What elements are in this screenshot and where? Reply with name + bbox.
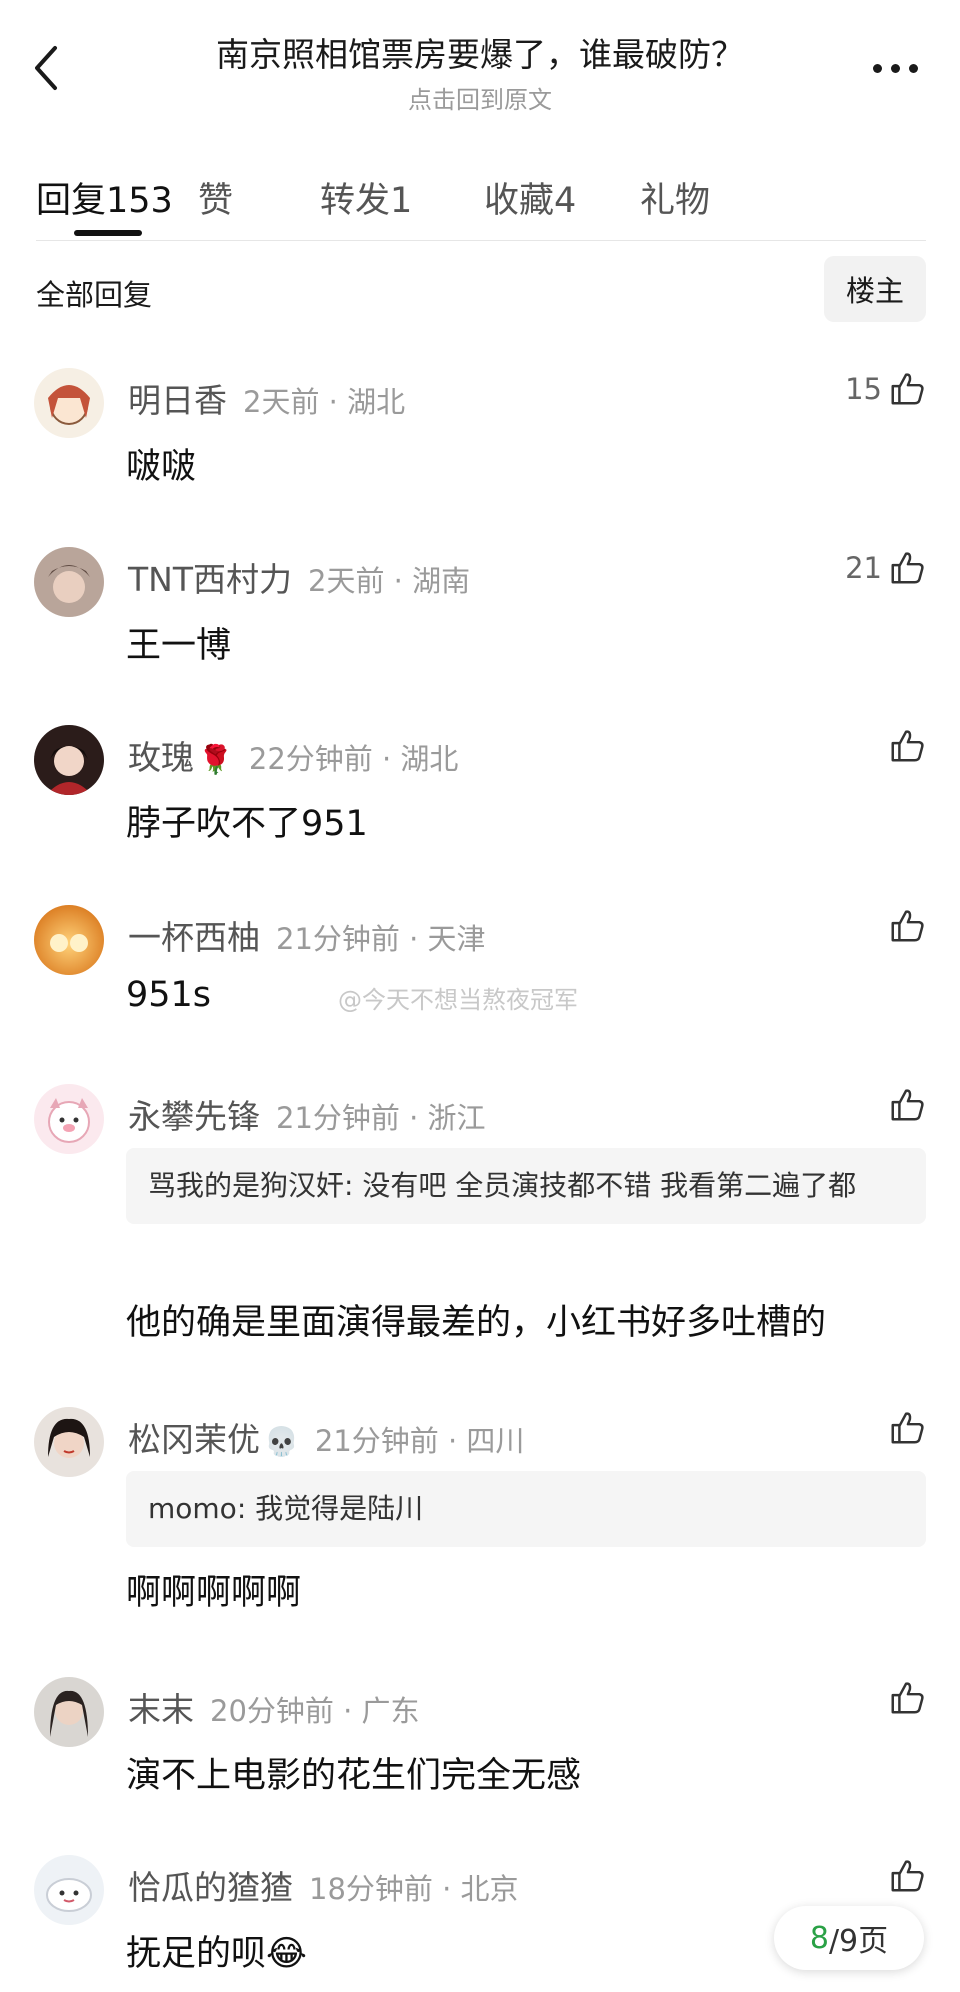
- more-button[interactable]: [873, 64, 918, 73]
- comment-text: 王一博: [126, 626, 232, 666]
- comment-text: 演不上电影的花生们完全无感: [126, 1756, 582, 1796]
- comment-text: 啊啊啊啊啊: [126, 1573, 302, 1613]
- comment-text: 啵啵: [126, 447, 197, 487]
- back-to-original-link[interactable]: 点击回到原文: [120, 80, 840, 115]
- like-button[interactable]: 21: [845, 549, 926, 587]
- like-button[interactable]: [888, 1409, 926, 1447]
- tab-replies[interactable]: 回复153: [36, 172, 173, 223]
- quoted-reply[interactable]: 骂我的是狗汉奸: 没有吧 全员演技都不错 我看第二遍了都: [126, 1148, 926, 1224]
- comment-meta: 一杯西柚 21分钟前 · 天津: [128, 911, 486, 959]
- avatar[interactable]: [34, 547, 104, 617]
- tab-likes[interactable]: 赞: [198, 172, 233, 223]
- tab-bar: 回复153 赞 转发1 收藏4 礼物: [36, 166, 926, 241]
- avatar[interactable]: [34, 905, 104, 975]
- current-page: 8: [809, 1920, 829, 1956]
- tab-count: 4: [554, 181, 577, 221]
- comment-meta: 末末 20分钟前 · 广东: [128, 1683, 420, 1731]
- active-tab-indicator: [74, 230, 142, 236]
- skull-emoji: 💀: [264, 1425, 299, 1458]
- thumbs-up-icon: [891, 373, 924, 405]
- username[interactable]: 末末: [128, 1690, 194, 1729]
- avatar[interactable]: [34, 1677, 104, 1747]
- like-count: 15: [845, 372, 882, 406]
- comment-time-location: 21分钟前 · 浙江: [276, 1101, 486, 1135]
- like-button[interactable]: [888, 1857, 926, 1895]
- thumbs-up-icon: [891, 1682, 924, 1714]
- comment-text: 他的确是里面演得最差的，小红书好多吐槽的: [126, 1303, 827, 1343]
- more-dot: [891, 64, 900, 73]
- top-bar: 南京照相馆票房要爆了，谁最破防？ 点击回到原文: [0, 0, 960, 130]
- post-title[interactable]: 南京照相馆票房要爆了，谁最破防？: [120, 28, 840, 76]
- tab-label: 回复: [36, 181, 107, 221]
- comment-time-location: 2天前 · 湖北: [243, 385, 406, 419]
- username[interactable]: 玫瑰: [128, 738, 194, 777]
- tab-label: 收藏: [484, 181, 555, 221]
- comment-time-location: 18分钟前 · 北京: [309, 1872, 519, 1906]
- total-pages: /9页: [828, 1924, 889, 1959]
- username[interactable]: 松冈茉优: [128, 1420, 260, 1459]
- tab-label: 礼物: [640, 181, 711, 221]
- tab-label: 赞: [198, 181, 234, 221]
- avatar[interactable]: [34, 368, 104, 438]
- more-dots-icon: [873, 64, 882, 73]
- chevron-left-icon: [35, 46, 57, 90]
- thumbs-up-icon: [891, 1860, 924, 1892]
- comment-time-location: 21分钟前 · 四川: [314, 1424, 525, 1458]
- comment-text: 951s: [126, 975, 212, 1015]
- quoted-reply[interactable]: momo: 我觉得是陆川: [126, 1471, 926, 1547]
- like-button[interactable]: [888, 1679, 926, 1717]
- tab-label: 转发: [320, 181, 391, 221]
- comment-meta: 恰瓜的猹猹 18分钟前 · 北京: [128, 1861, 519, 1909]
- tab-reposts[interactable]: 转发1: [320, 172, 412, 223]
- like-button[interactable]: [888, 727, 926, 765]
- comment-time-location: 22分钟前 · 湖北: [248, 742, 459, 776]
- more-dot: [909, 64, 918, 73]
- username[interactable]: 明日香: [128, 381, 227, 420]
- like-button[interactable]: [888, 1086, 926, 1124]
- thumbs-up-icon: [891, 730, 924, 762]
- tab-count: 153: [106, 181, 173, 221]
- comment-time-location: 2天前 · 湖南: [308, 564, 471, 598]
- username[interactable]: 永攀先锋: [128, 1097, 260, 1136]
- like-button[interactable]: [888, 907, 926, 945]
- tab-favorites[interactable]: 收藏4: [484, 172, 576, 223]
- back-button[interactable]: [26, 40, 66, 96]
- like-button[interactable]: 15: [845, 370, 926, 408]
- rose-emoji: 🌹: [198, 743, 233, 776]
- thumbs-up-icon: [891, 1412, 924, 1444]
- comment-meta: 明日香 2天前 · 湖北: [128, 374, 405, 422]
- avatar[interactable]: [34, 725, 104, 795]
- tab-count: 1: [390, 181, 413, 221]
- username[interactable]: 恰瓜的猹猹: [128, 1868, 293, 1907]
- like-count: 21: [845, 551, 882, 585]
- watermark: @今天不想当熬夜冠军: [338, 986, 578, 1014]
- all-replies-filter[interactable]: 全部回复: [36, 272, 152, 314]
- avatar[interactable]: [34, 1084, 104, 1154]
- comment-text: 抚足的呗😂: [126, 1934, 307, 1974]
- comment-meta: 玫瑰 🌹 22分钟前 · 湖北: [128, 731, 458, 779]
- thumbs-up-icon: [891, 552, 924, 584]
- avatar[interactable]: [34, 1407, 104, 1477]
- username[interactable]: 一杯西柚: [128, 918, 260, 957]
- thumbs-up-icon: [891, 910, 924, 942]
- tab-gifts[interactable]: 礼物: [640, 172, 710, 223]
- thumbs-up-icon: [891, 1089, 924, 1121]
- comment-meta: 松冈茉优 💀 21分钟前 · 四川: [128, 1413, 524, 1461]
- comment-time-location: 20分钟前 · 广东: [210, 1694, 420, 1728]
- username[interactable]: TNT西村力: [128, 560, 292, 599]
- comment-time-location: 21分钟前 · 天津: [276, 922, 486, 956]
- owner-only-button[interactable]: 楼主: [824, 256, 926, 322]
- comment-text: 脖子吹不了951: [126, 804, 368, 844]
- filter-row: 全部回复 楼主: [36, 256, 926, 322]
- comment-meta: TNT西村力 2天前 · 湖南: [128, 553, 470, 601]
- comment-meta: 永攀先锋 21分钟前 · 浙江: [128, 1090, 486, 1138]
- page-indicator[interactable]: 8/9页: [774, 1906, 924, 1970]
- avatar[interactable]: [34, 1855, 104, 1925]
